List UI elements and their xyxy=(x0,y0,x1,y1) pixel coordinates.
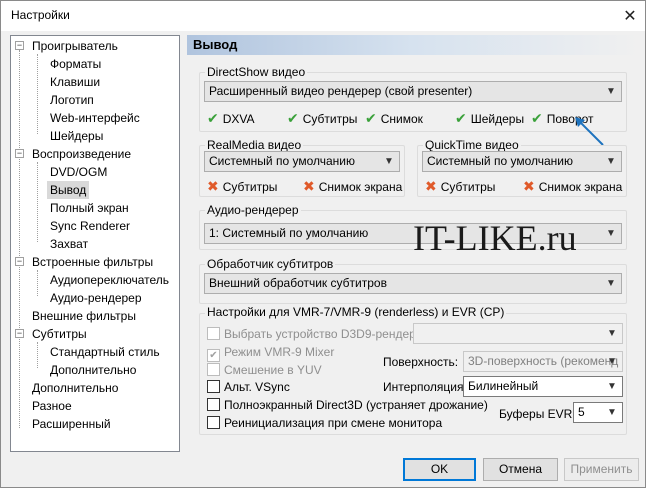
chevron-down-icon: ▼ xyxy=(607,407,617,418)
expand-icon[interactable]: − xyxy=(15,329,24,338)
close-icon[interactable]: ✕ xyxy=(615,1,645,31)
tree-item-sub-advanced[interactable]: Дополнительно xyxy=(47,361,139,379)
tree-item-fullscreen[interactable]: Полный экран xyxy=(47,199,132,217)
tree-item-advanced[interactable]: Дополнительно xyxy=(29,379,121,397)
surface-label: Поверхность: xyxy=(383,355,459,369)
mixer-checkbox[interactable]: ✔ Режим VMR-9 Mixer xyxy=(207,344,334,362)
tree-item-extended[interactable]: Расширенный xyxy=(29,415,114,433)
tree-item-shaders[interactable]: Шейдеры xyxy=(47,127,106,145)
tree-item-logo[interactable]: Логотип xyxy=(47,91,97,109)
chevron-down-icon: ▼ xyxy=(607,328,617,339)
rm-feature-subtitles: ✖ Субтитры xyxy=(207,178,278,194)
subtitles-select[interactable]: Внешний обработчик субтитров ▼ xyxy=(204,273,622,294)
qt-feature-subtitles: ✖ Субтитры xyxy=(425,178,496,194)
cross-icon: ✖ xyxy=(303,178,315,194)
expand-icon[interactable]: − xyxy=(15,149,24,158)
chevron-down-icon: ▼ xyxy=(384,156,394,167)
vsync-checkbox[interactable]: Альт. VSync xyxy=(207,379,290,395)
cross-icon: ✖ xyxy=(425,178,437,194)
tree-item-keys[interactable]: Клавиши xyxy=(47,73,103,91)
rm-feature-snapshot: ✖ Снимок экрана xyxy=(303,178,403,194)
check-icon: ✔ xyxy=(531,110,543,126)
quicktime-label: QuickTime видео xyxy=(423,138,521,152)
quicktime-select[interactable]: Системный по умолчанию ▼ xyxy=(422,151,622,172)
qt-feature-snapshot: ✖ Снимок экрана xyxy=(523,178,623,194)
feature-subtitles: ✔ Субтитры xyxy=(287,110,358,126)
cross-icon: ✖ xyxy=(523,178,535,194)
realmedia-select[interactable]: Системный по умолчанию ▼ xyxy=(204,151,400,172)
settings-tree: − − − − Проигрыватель Форматы Клавиши Ло… xyxy=(10,35,180,452)
tree-item-output[interactable]: Вывод xyxy=(47,181,90,199)
check-icon: ✔ xyxy=(207,110,219,126)
arrow-icon xyxy=(575,117,604,146)
interpolation-select[interactable]: Билинейный ▼ xyxy=(463,376,623,397)
d3d9-device-select[interactable]: ▼ xyxy=(413,323,623,344)
feature-dxva: ✔ DXVA xyxy=(207,110,255,126)
expand-icon[interactable]: − xyxy=(15,257,24,266)
expand-icon[interactable]: − xyxy=(15,41,24,50)
tree-item-player[interactable]: Проигрыватель xyxy=(29,37,121,55)
panel-title: Вывод xyxy=(187,35,639,55)
vmr-label: Настройки для VMR-7/VMR-9 (renderless) и… xyxy=(205,305,507,319)
d3d9-checkbox[interactable]: Выбрать устройство D3D9-рендеринг xyxy=(207,326,434,342)
subtitles-label: Обработчик субтитров xyxy=(205,257,336,271)
tree-item-misc[interactable]: Разное xyxy=(29,397,75,415)
feature-shaders: ✔ Шейдеры xyxy=(455,110,525,126)
interpolation-label: Интерполяция: xyxy=(383,380,467,394)
yuv-checkbox[interactable]: Смешение в YUV xyxy=(207,362,322,378)
chevron-down-icon: ▼ xyxy=(606,86,616,97)
chevron-down-icon: ▼ xyxy=(607,381,617,392)
tree-item-playback[interactable]: Воспроизведение xyxy=(29,145,134,163)
settings-window: Настройки ✕ − − − − Проигрыватель Формат… xyxy=(0,0,646,488)
chevron-down-icon: ▼ xyxy=(606,228,616,239)
tree-item-builtin-filters[interactable]: Встроенные фильтры xyxy=(29,253,156,271)
ok-button[interactable]: OK xyxy=(403,458,476,481)
chevron-down-icon: ▼ xyxy=(606,278,616,289)
tree-item-external-filters[interactable]: Внешние фильтры xyxy=(29,307,139,325)
cross-icon: ✖ xyxy=(207,178,219,194)
apply-button[interactable]: Применить xyxy=(564,458,639,481)
window-title: Настройки xyxy=(11,8,70,22)
cancel-button[interactable]: Отмена xyxy=(483,458,558,481)
tree-item-web[interactable]: Web-интерфейс xyxy=(47,109,143,127)
directshow-select[interactable]: Расширенный видео рендерер (свой present… xyxy=(204,81,622,102)
check-icon: ✔ xyxy=(287,110,299,126)
feature-snapshot: ✔ Снимок xyxy=(365,110,423,126)
tree-item-default-style[interactable]: Стандартный стиль xyxy=(47,343,163,361)
tree-item-audio-renderer[interactable]: Аудио-рендерер xyxy=(47,289,145,307)
directshow-label: DirectShow видео xyxy=(205,65,308,79)
tree-item-formats[interactable]: Форматы xyxy=(47,55,104,73)
tree-item-subtitles[interactable]: Субтитры xyxy=(29,325,90,343)
realmedia-label: RealMedia видео xyxy=(205,138,304,152)
title-bar: Настройки ✕ xyxy=(1,1,645,31)
tree-item-sync[interactable]: Sync Renderer xyxy=(47,217,133,235)
tree-item-capture[interactable]: Захват xyxy=(47,235,91,253)
tree-item-dvd[interactable]: DVD/OGM xyxy=(47,163,110,181)
tree-item-audio-switcher[interactable]: Аудиопереключатель xyxy=(47,271,172,289)
audio-label: Аудио-рендерер xyxy=(205,203,301,217)
fullscreen-d3d-checkbox[interactable]: Полноэкранный Direct3D (устраняет дрожан… xyxy=(207,397,488,413)
evr-buffers-label: Буферы EVR: xyxy=(499,407,576,421)
check-icon: ✔ xyxy=(365,110,377,126)
surface-select[interactable]: 3D-поверхность (рекоменд ▼ xyxy=(463,351,623,372)
check-icon: ✔ xyxy=(455,110,467,126)
reinit-checkbox[interactable]: Реинициализация при смене монитора xyxy=(207,415,442,431)
chevron-down-icon: ▼ xyxy=(607,356,617,367)
chevron-down-icon: ▼ xyxy=(606,156,616,167)
watermark: IT-LIKE.ru xyxy=(413,218,577,258)
evr-buffers-select[interactable]: 5 ▼ xyxy=(573,402,623,423)
